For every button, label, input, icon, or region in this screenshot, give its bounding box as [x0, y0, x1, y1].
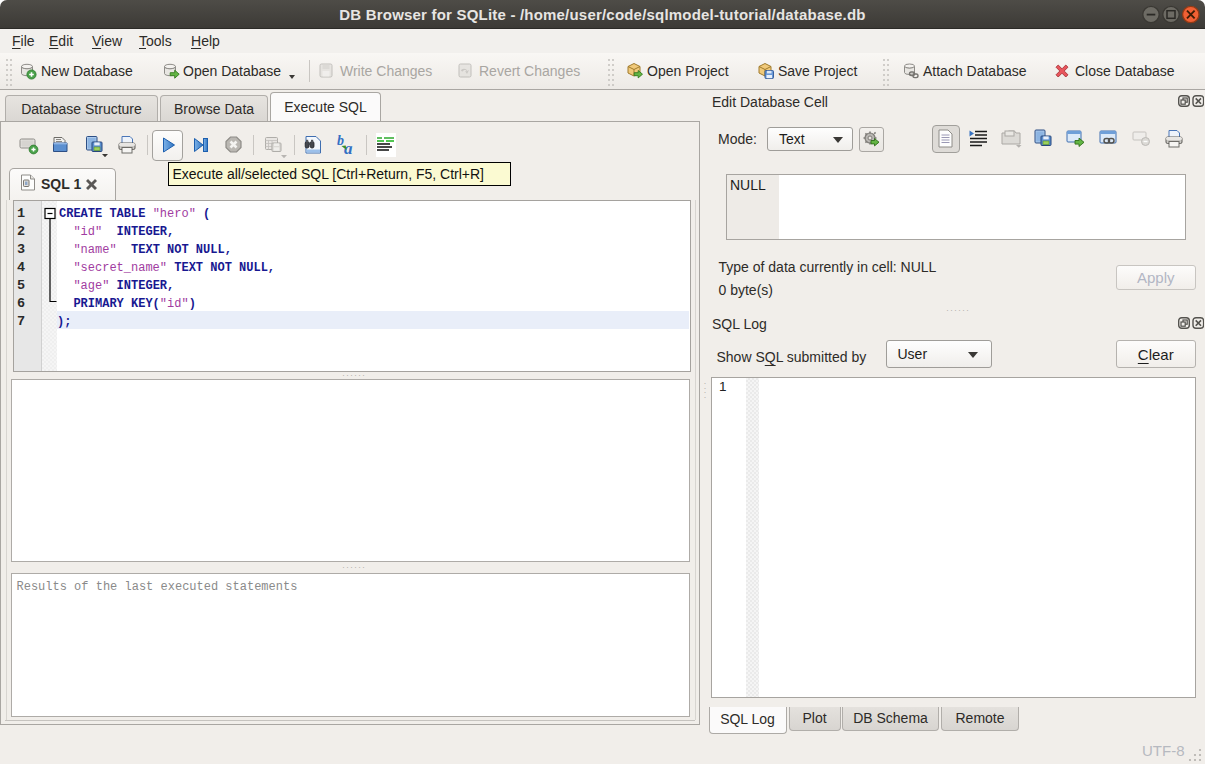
svg-text:b: b: [337, 133, 344, 148]
